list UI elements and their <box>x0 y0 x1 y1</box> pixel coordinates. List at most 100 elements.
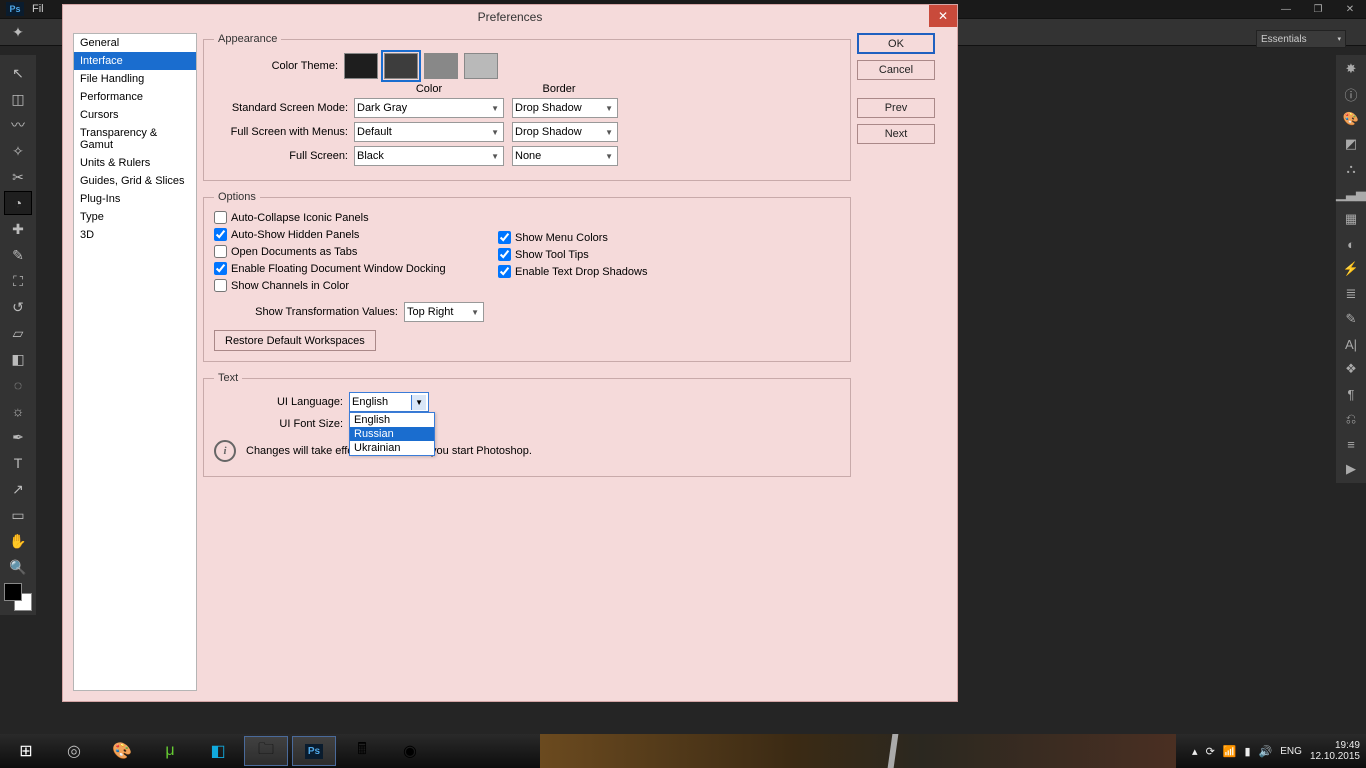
nav-general[interactable]: General <box>74 34 196 52</box>
theme-swatch-1[interactable] <box>344 53 378 79</box>
channels-color-check[interactable]: Show Channels in Color <box>214 279 474 292</box>
fg-swatch[interactable] <box>4 583 22 601</box>
tray-sync-icon[interactable]: ⟳ <box>1206 745 1215 758</box>
crop-icon[interactable]: ✂ <box>4 165 32 189</box>
histogram-icon[interactable]: ▁▃▅ <box>1339 183 1363 205</box>
play-icon[interactable]: ▶ <box>1339 458 1363 480</box>
shape-icon[interactable]: ▭ <box>4 503 32 527</box>
open-tabs-check[interactable]: Open Documents as Tabs <box>214 245 474 258</box>
nav-cursors[interactable]: Cursors <box>74 106 196 124</box>
auto-show-check[interactable]: Auto-Show Hidden Panels <box>214 228 474 241</box>
taskbar-app-explorer[interactable]: 🗀 <box>244 736 288 766</box>
pen-icon[interactable]: ✒ <box>4 425 32 449</box>
paragraph-icon[interactable]: ¶ <box>1339 383 1363 405</box>
transform-values-select[interactable]: Top Right▼ <box>404 302 484 322</box>
color-icon[interactable]: 🎨 <box>1339 108 1363 130</box>
tooltips-check[interactable]: Show Tool Tips <box>498 248 648 261</box>
prev-button[interactable]: Prev <box>857 98 935 118</box>
brushes-icon[interactable]: ✎ <box>1339 308 1363 330</box>
history-icon[interactable]: ≣ <box>1339 283 1363 305</box>
eraser-icon[interactable]: ▱ <box>4 321 32 345</box>
nav-type[interactable]: Type <box>74 208 196 226</box>
ui-language-select[interactable]: English▼ <box>349 392 429 412</box>
full-color-select[interactable]: Black▼ <box>354 146 504 166</box>
dodge-icon[interactable]: ☼ <box>4 399 32 423</box>
lang-option-russian[interactable]: Russian <box>350 427 434 441</box>
taskbar-app-3dsmax[interactable]: ◧ <box>196 736 240 766</box>
nav-interface[interactable]: Interface <box>74 52 196 70</box>
eyedropper-icon[interactable]: ◔ <box>4 191 32 215</box>
close-button[interactable]: ✕ <box>1334 0 1366 18</box>
path-icon[interactable]: ↗ <box>4 477 32 501</box>
menus-color-select[interactable]: Default▼ <box>354 122 504 142</box>
maximize-button[interactable]: ❐ <box>1302 0 1334 18</box>
nav-file-handling[interactable]: File Handling <box>74 70 196 88</box>
layers-icon[interactable]: ❖ <box>1339 358 1363 380</box>
restore-workspaces-button[interactable]: Restore Default Workspaces <box>214 330 376 351</box>
hand-icon[interactable]: ✋ <box>4 529 32 553</box>
channels-icon[interactable]: ◐ <box>1339 233 1363 255</box>
ui-language-dropdown[interactable]: English Russian Ukrainian <box>349 412 435 456</box>
styles-icon[interactable]: ▦ <box>1339 208 1363 230</box>
nav-transparency[interactable]: Transparency & Gamut <box>74 124 196 154</box>
start-button[interactable]: ⊞ <box>4 736 48 766</box>
paths-icon[interactable]: ⎌ <box>1339 408 1363 430</box>
cancel-button[interactable]: Cancel <box>857 60 935 80</box>
lang-option-ukrainian[interactable]: Ukrainian <box>350 441 434 455</box>
next-button[interactable]: Next <box>857 124 935 144</box>
standard-color-select[interactable]: Dark Gray▼ <box>354 98 504 118</box>
history-brush-icon[interactable]: ↺ <box>4 295 32 319</box>
taskbar-app-chrome[interactable]: ◉ <box>388 736 432 766</box>
menus-border-select[interactable]: Drop Shadow▼ <box>512 122 618 142</box>
nav-plugins[interactable]: Plug-Ins <box>74 190 196 208</box>
taskbar-app-paint[interactable]: 🎨 <box>100 736 144 766</box>
type-icon[interactable]: T <box>4 451 32 475</box>
nav-units[interactable]: Units & Rulers <box>74 154 196 172</box>
dialog-close-button[interactable]: ✕ <box>929 5 957 27</box>
tray-language[interactable]: ENG <box>1280 746 1302 757</box>
color-swatches[interactable] <box>4 583 32 611</box>
navigator-icon[interactable]: ✸ <box>1339 58 1363 80</box>
drop-shadows-check[interactable]: Enable Text Drop Shadows <box>498 265 648 278</box>
blur-icon[interactable]: ◌ <box>4 373 32 397</box>
taskbar-app-utorrent[interactable]: μ <box>148 736 192 766</box>
lasso-icon[interactable]: 〰 <box>4 113 32 137</box>
stamp-icon[interactable]: ⛶ <box>4 269 32 293</box>
adjust-icon[interactable]: ⛬ <box>1339 158 1363 180</box>
ok-button[interactable]: OK <box>857 33 935 54</box>
timeline-icon[interactable]: ≡ <box>1339 433 1363 455</box>
taskbar-app-calculator[interactable]: 🖩 <box>340 736 384 766</box>
gradient-icon[interactable]: ◧ <box>4 347 32 371</box>
tray-network-icon[interactable]: 📶 <box>1223 745 1237 758</box>
nav-guides[interactable]: Guides, Grid & Slices <box>74 172 196 190</box>
tray-clock[interactable]: 19:49 12.10.2015 <box>1310 740 1360 762</box>
swatches-icon[interactable]: ◩ <box>1339 133 1363 155</box>
actions-icon[interactable]: ⚡ <box>1339 258 1363 280</box>
nav-3d[interactable]: 3D <box>74 226 196 244</box>
menu-colors-check[interactable]: Show Menu Colors <box>498 231 648 244</box>
theme-swatch-4[interactable] <box>464 53 498 79</box>
nav-performance[interactable]: Performance <box>74 88 196 106</box>
tray-chevron-icon[interactable]: ▴ <box>1192 745 1198 758</box>
theme-swatch-2[interactable] <box>384 53 418 79</box>
heal-icon[interactable]: ✚ <box>4 217 32 241</box>
tray-battery-icon[interactable]: ▮ <box>1245 745 1251 758</box>
character-icon[interactable]: A| <box>1339 333 1363 355</box>
tray-volume-icon[interactable]: 🔊 <box>1259 745 1273 758</box>
theme-swatch-3[interactable] <box>424 53 458 79</box>
workspace-switcher[interactable]: Essentials ▾ <box>1256 30 1346 48</box>
lang-option-english[interactable]: English <box>350 413 434 427</box>
marquee-icon[interactable]: ◫ <box>4 87 32 111</box>
wand-icon[interactable]: ✧ <box>4 139 32 163</box>
full-border-select[interactable]: None▼ <box>512 146 618 166</box>
menu-bar-fragment[interactable]: Fil <box>32 3 44 15</box>
zoom-icon[interactable]: 🔍 <box>4 555 32 579</box>
minimize-button[interactable]: — <box>1270 0 1302 18</box>
floating-dock-check[interactable]: Enable Floating Document Window Docking <box>214 262 474 275</box>
brush-icon[interactable]: ✎ <box>4 243 32 267</box>
standard-border-select[interactable]: Drop Shadow▼ <box>512 98 618 118</box>
taskbar-app-browser[interactable]: ◎ <box>52 736 96 766</box>
info-icon[interactable]: ⓘ <box>1339 83 1363 105</box>
move-icon[interactable]: ↖ <box>4 61 32 85</box>
auto-collapse-check[interactable]: Auto-Collapse Iconic Panels <box>214 211 474 224</box>
